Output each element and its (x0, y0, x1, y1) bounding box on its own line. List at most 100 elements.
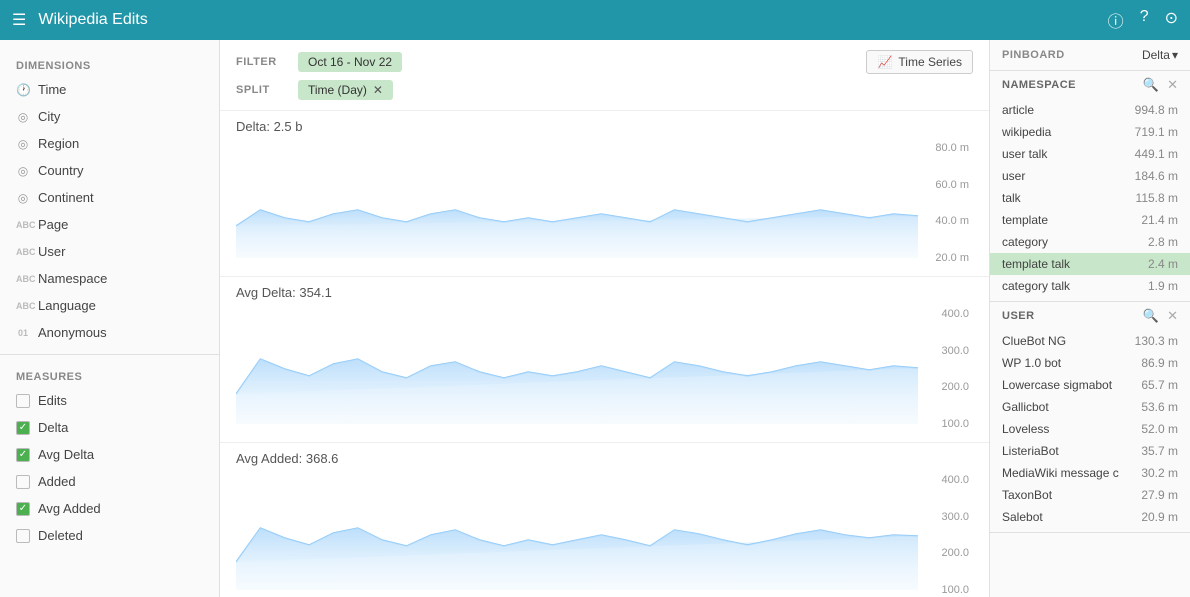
namespace-label: template talk (1002, 257, 1070, 271)
namespace-row-talk[interactable]: talk 115.8 m (990, 187, 1190, 209)
sidebar: DIMENSIONS 🕐 Time ◎ City ◎ Region ◎ Coun… (0, 40, 220, 597)
avg-added-checkbox[interactable]: ✓ (16, 502, 30, 516)
sidebar-item-anonymous-label: Anonymous (38, 325, 107, 340)
sidebar-item-page-label: Page (38, 217, 68, 232)
delta-checkbox[interactable]: ✓ (16, 421, 30, 435)
edits-checkbox[interactable] (16, 394, 30, 408)
y-label: 60.0 m (935, 179, 969, 191)
user-row-gallicbot[interactable]: Gallicbot 53.6 m (990, 396, 1190, 418)
sidebar-item-edits[interactable]: Edits (0, 387, 219, 414)
close-icon[interactable]: ✕ (1167, 77, 1178, 93)
user-icon[interactable]: ⊙ (1165, 8, 1178, 32)
y-label: 300.0 (941, 511, 969, 523)
user-row-wp10[interactable]: WP 1.0 bot 86.9 m (990, 352, 1190, 374)
time-series-button[interactable]: 📈 Time Series (866, 50, 973, 74)
sidebar-item-anonymous[interactable]: 01 Anonymous (0, 319, 219, 346)
sidebar-item-language[interactable]: ABC Language (0, 292, 219, 319)
chart-delta-title: Delta: 2.5 b (236, 119, 973, 134)
namespace-row-template[interactable]: template 21.4 m (990, 209, 1190, 231)
user-row-loveless[interactable]: Loveless 52.0 m (990, 418, 1190, 440)
filter-bar: FILTER Oct 16 - Nov 22 📈 Time Series SPL… (220, 40, 989, 111)
app-header: ☰ Wikipedia Edits ⓘ ? ⊙ (0, 0, 1190, 40)
search-icon[interactable]: 🔍 (1143, 77, 1159, 93)
user-value: 27.9 m (1141, 488, 1178, 502)
sidebar-item-page[interactable]: ABC Page (0, 211, 219, 238)
user-row-salebot[interactable]: Salebot 20.9 m (990, 506, 1190, 528)
user-section-title: USER (1002, 310, 1035, 322)
sidebar-item-avg-added[interactable]: ✓ Avg Added (0, 495, 219, 522)
namespace-label: user (1002, 169, 1025, 183)
user-label: TaxonBot (1002, 488, 1052, 502)
namespace-row-user[interactable]: user 184.6 m (990, 165, 1190, 187)
pinboard-delta-dropdown[interactable]: Delta ▾ (1142, 48, 1178, 62)
dimensions-title: DIMENSIONS (0, 52, 219, 76)
abc-icon: ABC (16, 220, 30, 230)
help-icon[interactable]: ? (1140, 8, 1149, 32)
user-row-lowercase[interactable]: Lowercase sigmabot 65.7 m (990, 374, 1190, 396)
user-label: ListeriaBot (1002, 444, 1059, 458)
sidebar-item-deleted[interactable]: Deleted (0, 522, 219, 549)
sidebar-item-added[interactable]: Added (0, 468, 219, 495)
filter-value: Oct 16 - Nov 22 (308, 55, 392, 69)
namespace-value: 2.8 m (1148, 235, 1178, 249)
sidebar-item-region-label: Region (38, 136, 79, 151)
sidebar-item-language-label: Language (38, 298, 96, 313)
namespace-value: 1.9 m (1148, 279, 1178, 293)
user-value: 20.9 m (1141, 510, 1178, 524)
y-label: 40.0 m (935, 215, 969, 227)
abc-icon-3: ABC (16, 274, 30, 284)
namespace-row-wikipedia[interactable]: wikipedia 719.1 m (990, 121, 1190, 143)
close-icon-2[interactable]: ✕ (1167, 308, 1178, 324)
user-value: 86.9 m (1141, 356, 1178, 370)
filter-label: FILTER (236, 56, 286, 68)
sidebar-item-continent[interactable]: ◎ Continent (0, 184, 219, 211)
sidebar-deleted-label: Deleted (38, 528, 83, 543)
namespace-row-user-talk[interactable]: user talk 449.1 m (990, 143, 1190, 165)
y-label: 200.0 (941, 547, 969, 559)
user-row-cluebot[interactable]: ClueBot NG 130.3 m (990, 330, 1190, 352)
info-icon[interactable]: ⓘ (1108, 8, 1124, 32)
namespace-label: category (1002, 235, 1048, 249)
namespace-row-article[interactable]: article 994.8 m (990, 99, 1190, 121)
split-close-icon[interactable]: ✕ (373, 83, 383, 97)
added-checkbox[interactable] (16, 475, 30, 489)
sidebar-item-time[interactable]: 🕐 Time (0, 76, 219, 103)
sidebar-item-country[interactable]: ◎ Country (0, 157, 219, 184)
sidebar-item-delta[interactable]: ✓ Delta (0, 414, 219, 441)
globe-icon-3: ◎ (16, 164, 30, 178)
menu-icon[interactable]: ☰ (12, 10, 26, 30)
namespace-value: 449.1 m (1135, 147, 1178, 161)
namespace-label: user talk (1002, 147, 1047, 161)
pinboard-header: PINBOARD Delta ▾ (990, 40, 1190, 71)
deleted-checkbox[interactable] (16, 529, 30, 543)
sidebar-item-user[interactable]: ABC User (0, 238, 219, 265)
namespace-section-header: NAMESPACE 🔍 ✕ (990, 71, 1190, 99)
namespace-row-category-talk[interactable]: category talk 1.9 m (990, 275, 1190, 297)
user-row-listeriabot[interactable]: ListeriaBot 35.7 m (990, 440, 1190, 462)
sidebar-item-city[interactable]: ◎ City (0, 103, 219, 130)
namespace-value: 719.1 m (1135, 125, 1178, 139)
chart-avg-added-y-axis: 400.0 300.0 200.0 100.0 (918, 470, 973, 597)
namespace-section: NAMESPACE 🔍 ✕ article 994.8 m wikipedia … (990, 71, 1190, 302)
sidebar-delta-label: Delta (38, 420, 68, 435)
user-row-taxonbot[interactable]: TaxonBot 27.9 m (990, 484, 1190, 506)
sidebar-item-region[interactable]: ◎ Region (0, 130, 219, 157)
chart-delta-svg-area (236, 138, 918, 268)
chart-avg-delta-y-axis: 400.0 300.0 200.0 100.0 (918, 304, 973, 434)
avg-delta-checkbox[interactable]: ✓ (16, 448, 30, 462)
main-layout: DIMENSIONS 🕐 Time ◎ City ◎ Region ◎ Coun… (0, 40, 1190, 597)
filter-chip[interactable]: Oct 16 - Nov 22 (298, 52, 402, 72)
split-label: SPLIT (236, 84, 286, 96)
sidebar-item-time-label: Time (38, 82, 66, 97)
user-label: MediaWiki message c (1002, 466, 1119, 480)
user-row-mediawiki[interactable]: MediaWiki message c 30.2 m (990, 462, 1190, 484)
search-icon-2[interactable]: 🔍 (1143, 308, 1159, 324)
chart-icon: 📈 (877, 55, 892, 69)
split-chip[interactable]: Time (Day) ✕ (298, 80, 393, 100)
sidebar-item-namespace[interactable]: ABC Namespace (0, 265, 219, 292)
user-value: 35.7 m (1141, 444, 1178, 458)
namespace-row-category[interactable]: category 2.8 m (990, 231, 1190, 253)
sidebar-item-avg-delta[interactable]: ✓ Avg Delta (0, 441, 219, 468)
namespace-row-template-talk[interactable]: template talk 2.4 m (990, 253, 1190, 275)
user-value: 52.0 m (1141, 422, 1178, 436)
